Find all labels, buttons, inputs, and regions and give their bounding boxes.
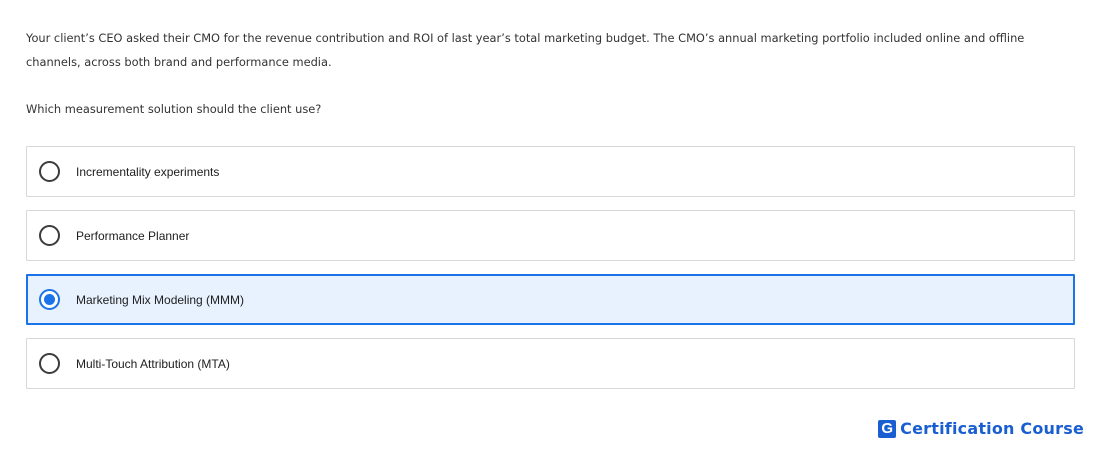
answer-option-mmm[interactable]: Marketing Mix Modeling (MMM) bbox=[26, 274, 1075, 325]
option-label: Performance Planner bbox=[76, 228, 190, 243]
brand-watermark: G Certification Course bbox=[878, 419, 1084, 438]
question-text: Your client’s CEO asked their CMO for th… bbox=[26, 31, 1025, 69]
answer-option-incrementality[interactable]: Incrementality experiments bbox=[26, 146, 1075, 197]
option-label: Multi-Touch Attribution (MTA) bbox=[76, 356, 230, 371]
brand-logo-icon: G bbox=[878, 419, 897, 438]
option-label: Marketing Mix Modeling (MMM) bbox=[76, 292, 245, 307]
quiz-container: Your client’s CEO asked their CMO for th… bbox=[26, 0, 1075, 402]
answer-option-mta[interactable]: Multi-Touch Attribution (MTA) bbox=[26, 338, 1075, 389]
radio-button-selected[interactable] bbox=[39, 289, 60, 310]
answer-option-performance-planner[interactable]: Performance Planner bbox=[26, 210, 1075, 261]
brand-name: Certification Course bbox=[900, 419, 1084, 438]
radio-button[interactable] bbox=[39, 161, 60, 182]
question-prompt: Which measurement solution should the cl… bbox=[26, 102, 322, 116]
radio-button[interactable] bbox=[39, 225, 60, 246]
radio-button[interactable] bbox=[39, 353, 60, 374]
answer-options: Incrementality experiments Performance P… bbox=[26, 146, 1075, 389]
option-label: Incrementality experiments bbox=[76, 164, 220, 179]
